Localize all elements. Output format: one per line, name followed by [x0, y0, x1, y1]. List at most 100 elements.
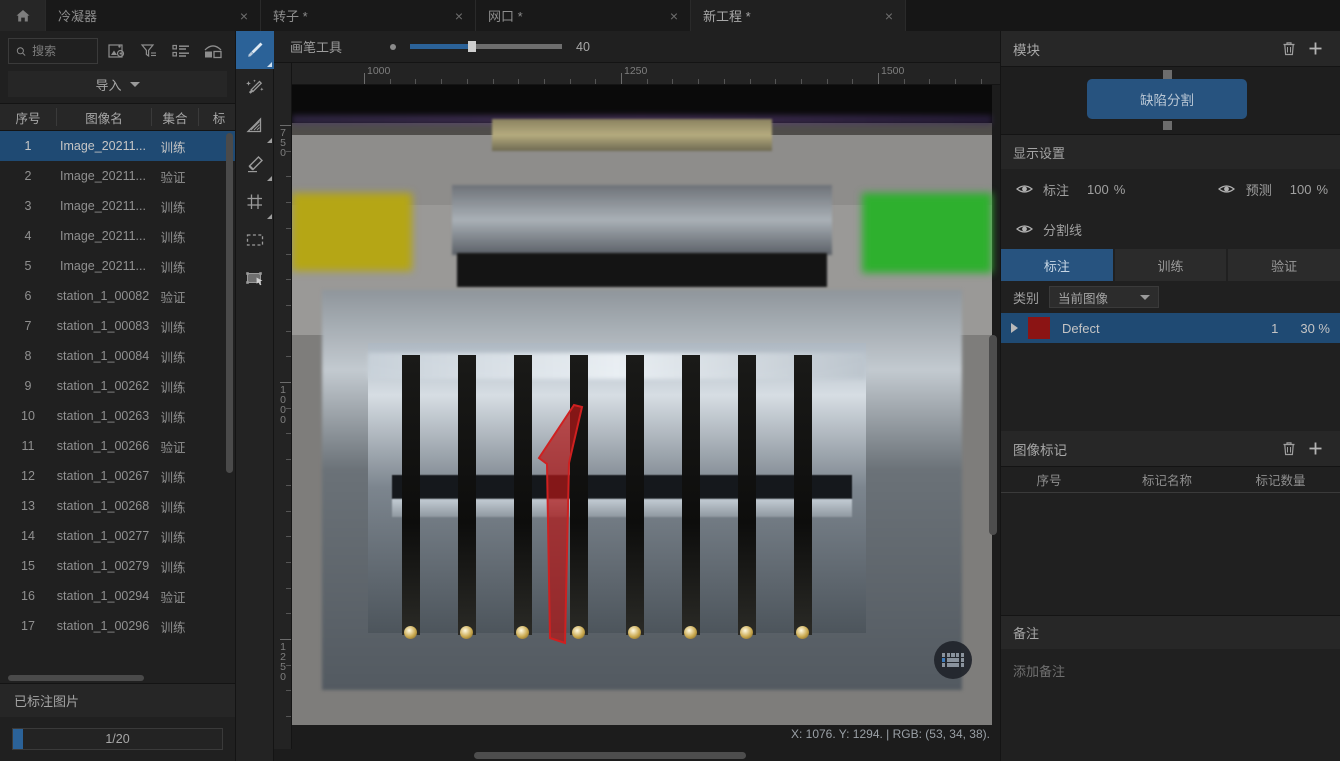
tab-3[interactable]: 新工程 * ×	[691, 0, 906, 31]
tab-1[interactable]: 转子 * ×	[261, 0, 476, 31]
tab-0[interactable]: 冷凝器 ×	[46, 0, 261, 31]
grid-tool-button[interactable]	[236, 183, 274, 221]
table-row[interactable]: 17 station_1_00296 训练	[0, 611, 235, 641]
tab-bar: 冷凝器 × 转子 * × 网口 * × 新工程 * ×	[0, 0, 1340, 31]
cell-name: station_1_00294	[56, 589, 150, 603]
image-canvas[interactable]: X: 1076. Y: 1294. | RGB: (53, 34, 38).	[292, 85, 1000, 749]
brush-tool-button[interactable]	[236, 31, 274, 69]
table-row[interactable]: 12 station_1_00267 训练	[0, 461, 235, 491]
image-list-horizontal-scrollbar[interactable]	[8, 675, 144, 681]
brush-size-slider[interactable]	[410, 41, 563, 52]
import-label: 导入	[95, 77, 122, 93]
brush-size-value: 40	[576, 39, 590, 54]
table-row[interactable]: 7 station_1_00083 训练	[0, 311, 235, 341]
tab-annotation-label: 标注	[1043, 258, 1070, 274]
annotation-visibility-toggle[interactable]	[1013, 183, 1035, 195]
cell-set: 训练	[160, 140, 186, 155]
tab-close-icon[interactable]: ×	[877, 9, 893, 23]
table-row[interactable]: 6 station_1_00082 验证	[0, 281, 235, 311]
defect-list-item[interactable]: Defect 1 30 %	[1001, 313, 1340, 343]
eraser-tool-button[interactable]	[236, 145, 274, 183]
prediction-opacity-unit: %	[1316, 181, 1328, 197]
vertical-ruler[interactable]: 7 5 0 1 0 0 0 1 2 5 0	[274, 85, 292, 749]
table-row[interactable]: 3 Image_20211... 训练	[0, 191, 235, 221]
table-row[interactable]: 1 Image_20211... 训练	[0, 131, 235, 161]
horizontal-ruler[interactable]: 1000 1250 1500	[292, 63, 1000, 85]
search-box[interactable]	[8, 38, 98, 64]
table-row[interactable]: 14 station_1_00277 训练	[0, 521, 235, 551]
prediction-visibility-toggle[interactable]	[1216, 183, 1238, 195]
ruler-tick	[646, 79, 648, 84]
table-row[interactable]: 13 station_1_00268 训练	[0, 491, 235, 521]
marks-column-name: 标记名称	[1141, 474, 1192, 488]
fill-shape-tool-button[interactable]	[236, 107, 274, 145]
category-select[interactable]: 当前图像	[1049, 286, 1160, 308]
column-header-mark[interactable]: 标	[199, 108, 239, 127]
column-header-name[interactable]: 图像名	[57, 108, 151, 127]
column-header-set[interactable]: 集合	[152, 108, 198, 127]
tab-training[interactable]: 训练	[1114, 249, 1227, 281]
image-settings-button[interactable]	[104, 38, 130, 64]
table-row[interactable]: 2 Image_20211... 验证	[0, 161, 235, 191]
ruler-tick	[364, 73, 365, 84]
node-input-port[interactable]	[1163, 70, 1172, 79]
key-space	[946, 658, 960, 662]
tab-annotation[interactable]: 标注	[1001, 249, 1113, 281]
table-row[interactable]: 10 station_1_00263 训练	[0, 401, 235, 431]
table-row[interactable]: 8 station_1_00084 训练	[0, 341, 235, 371]
tab-close-icon[interactable]: ×	[232, 9, 248, 23]
marks-section-header: 图像标记	[1001, 431, 1340, 467]
cell-name: station_1_00268	[56, 499, 150, 513]
defect-list-body[interactable]	[1001, 343, 1340, 431]
tab-2[interactable]: 网口 * ×	[476, 0, 691, 31]
ruler-label: 1 0 0 0	[280, 384, 286, 426]
import-button[interactable]: 导入	[8, 71, 227, 97]
cell-idx: 10	[21, 409, 35, 423]
keyboard-shortcuts-button[interactable]	[934, 641, 972, 679]
note-body[interactable]: 添加备注	[1001, 649, 1340, 761]
prediction-opacity-value[interactable]: 100	[1290, 182, 1312, 197]
canvas-vertical-scrollbar[interactable]	[989, 335, 997, 535]
search-input[interactable]	[32, 44, 90, 58]
column-header-index[interactable]: 序号	[0, 108, 56, 127]
annotation-opacity-value[interactable]: 100	[1087, 182, 1109, 197]
compare-button[interactable]	[201, 38, 227, 64]
add-mark-button[interactable]	[1302, 436, 1328, 462]
labeled-progress-bar[interactable]: 1/20	[12, 728, 223, 750]
ruler-tick	[280, 125, 291, 126]
tab-close-icon[interactable]: ×	[447, 9, 463, 23]
segline-visibility-toggle[interactable]	[1013, 223, 1035, 235]
image-list-vertical-scrollbar[interactable]	[226, 133, 233, 473]
slider-handle[interactable]	[468, 41, 477, 52]
table-row[interactable]: 16 station_1_00294 验证	[0, 581, 235, 611]
cell-set: 训练	[160, 350, 186, 365]
add-module-button[interactable]	[1302, 36, 1328, 62]
tab-close-icon[interactable]: ×	[662, 9, 678, 23]
filter-button[interactable]	[136, 38, 162, 64]
canvas-horizontal-scrollbar[interactable]	[474, 752, 746, 759]
table-row[interactable]: 4 Image_20211... 训练	[0, 221, 235, 251]
ruler-tick	[286, 433, 291, 435]
delete-mark-button[interactable]	[1276, 436, 1302, 462]
delete-module-button[interactable]	[1276, 36, 1302, 62]
tab-validation[interactable]: 验证	[1228, 249, 1340, 281]
table-row[interactable]: 15 station_1_00279 训练	[0, 551, 235, 581]
defect-color-swatch[interactable]	[1028, 317, 1050, 339]
table-row[interactable]: 9 station_1_00262 训练	[0, 371, 235, 401]
table-row[interactable]: 11 station_1_00266 验证	[0, 431, 235, 461]
list-button[interactable]	[169, 38, 195, 64]
expand-triangle-icon[interactable]	[1011, 323, 1018, 333]
home-button[interactable]	[0, 0, 46, 31]
eye-icon	[1015, 225, 1033, 233]
cell-name: station_1_00266	[56, 439, 150, 453]
image-table-body[interactable]: 1 Image_20211... 训练 2 Image_20211... 验证 3 Image…	[0, 131, 235, 673]
node-output-port[interactable]	[1163, 121, 1172, 130]
module-node-defect-segmentation[interactable]: 缺陷分割	[1087, 79, 1247, 119]
marks-table-body[interactable]	[1001, 493, 1340, 615]
marquee-tool-button[interactable]	[236, 221, 274, 259]
table-row[interactable]: 5 Image_20211... 训练	[0, 251, 235, 281]
photo-connector-top	[452, 185, 832, 255]
left-toolbar	[0, 31, 235, 71]
transform-tool-button[interactable]	[236, 259, 274, 297]
magic-wand-tool-button[interactable]	[236, 69, 274, 107]
